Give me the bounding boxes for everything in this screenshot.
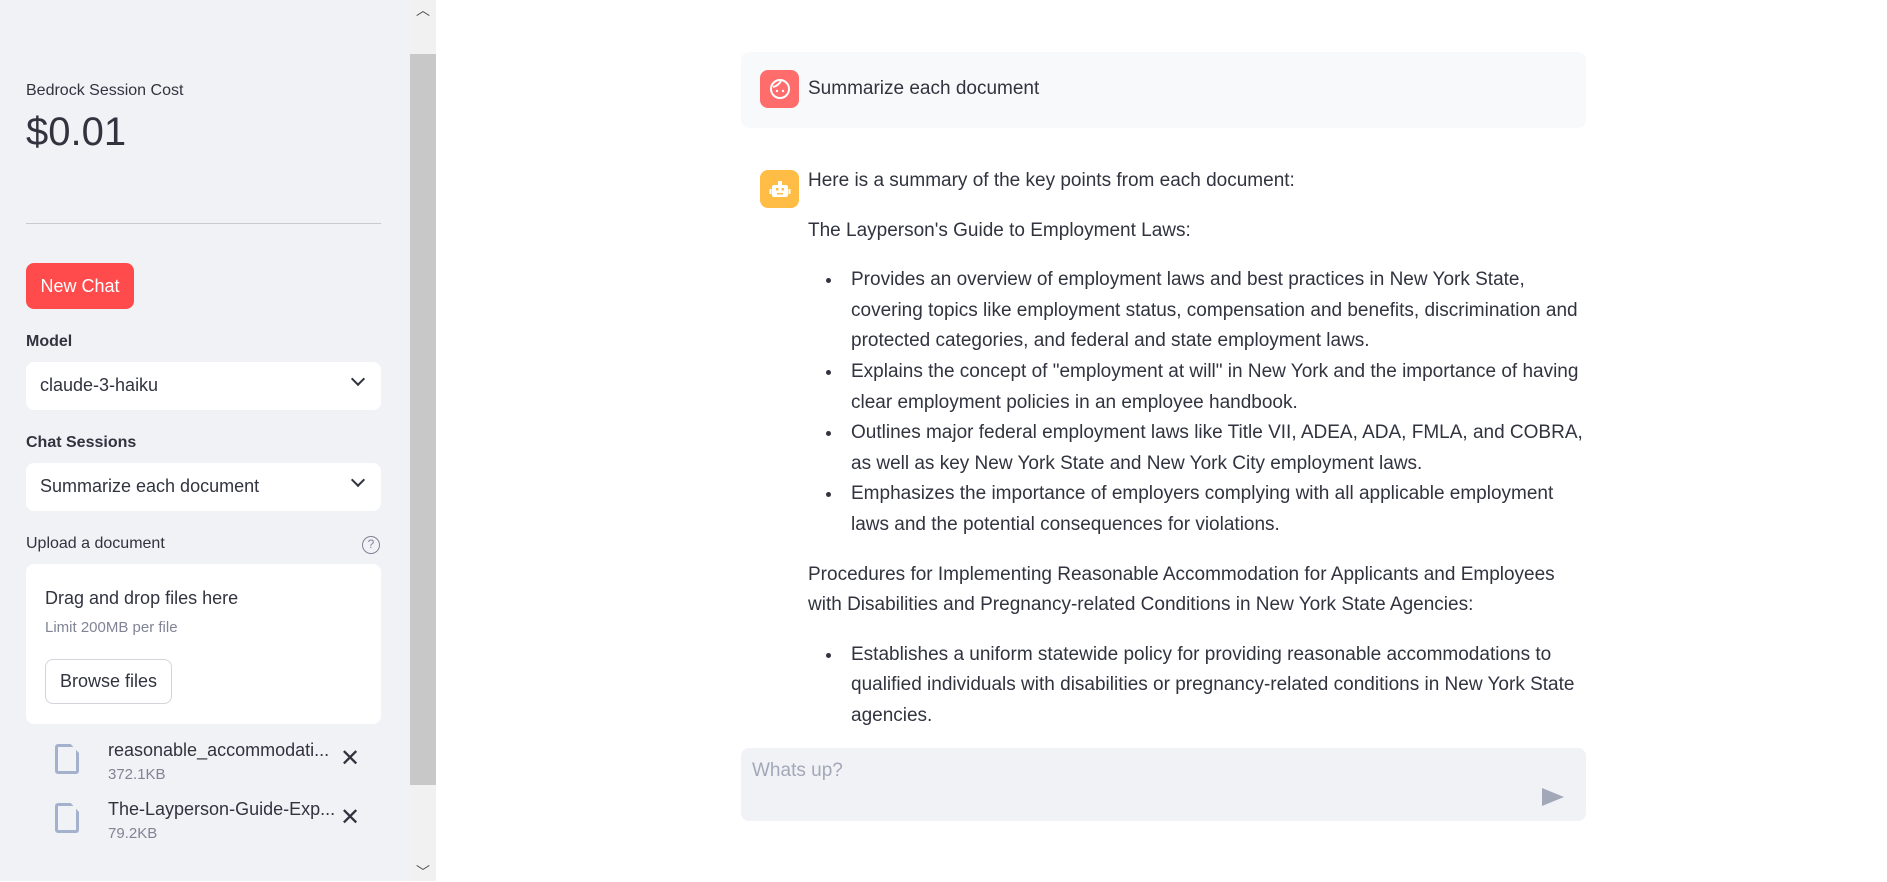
file-name: reasonable_accommodati... [108,740,330,760]
file-dropzone[interactable]: Drag and drop files here Limit 200MB per… [26,564,381,724]
sidebar: Bedrock Session Cost $0.01 New Chat Mode… [0,0,410,881]
file-name: The-Layperson-Guide-Exp... [108,799,336,819]
new-chat-button[interactable]: New Chat [26,263,134,309]
dropzone-limit: Limit 200MB per file [45,619,178,636]
list-item: Explains the concept of "employment at w… [843,357,1588,418]
section-heading: Procedures for Implementing Reasonable A… [808,563,1555,616]
model-value: claude-3-haiku [40,375,159,395]
list-item: Provides an overview of employment laws … [843,265,1588,357]
section-heading: The Layperson's Guide to Employment Laws… [808,219,1191,241]
sessions-select[interactable]: Summarize each document [26,463,381,511]
assistant-avatar-icon [760,170,799,208]
remove-file-icon[interactable]: ✕ [340,744,360,773]
list-item: Emphasizes the importance of employers c… [843,479,1588,540]
file-size: 79.2KB [108,825,158,842]
upload-label: Upload a document [26,535,165,552]
file-icon [55,744,79,774]
bullet-list: Establishes a uniform statewide policy f… [843,640,1588,731]
uploaded-file: reasonable_accommodati... 372.1KB ✕ [55,740,375,790]
sessions-value: Summarize each document [40,476,260,496]
list-item: Establishes a uniform statewide policy f… [843,640,1588,731]
bullet-list: Provides an overview of employment laws … [843,265,1588,540]
assistant-intro: Here is a summary of the key points from… [808,170,1295,191]
model-select[interactable]: claude-3-haiku [26,362,381,410]
cost-label: Bedrock Session Cost [26,82,184,99]
browse-files-button[interactable]: Browse files [45,659,172,704]
chevron-down-icon [350,371,366,387]
scrollbar-thumb[interactable] [410,54,436,785]
list-item: Outlines major federal employment laws l… [843,418,1588,479]
user-avatar-icon [760,70,799,108]
scroll-down-icon[interactable]: ﹀ [416,862,430,882]
remove-file-icon[interactable]: ✕ [340,803,360,832]
dropzone-title: Drag and drop files here [45,588,239,608]
chat-input[interactable]: Whats up? [741,748,1586,821]
send-icon[interactable] [1542,788,1564,806]
user-message: Summarize each document [741,52,1586,128]
file-size: 372.1KB [108,766,166,783]
chevron-down-icon [350,472,366,488]
assistant-message: Here is a summary of the key points from… [808,166,1588,731]
divider [26,223,381,224]
help-icon[interactable]: ? [362,536,380,554]
cost-value: $0.01 [26,110,127,154]
sessions-label: Chat Sessions [26,434,137,451]
uploaded-file: The-Layperson-Guide-Exp... 79.2KB ✕ [55,799,375,849]
user-message-text: Summarize each document [808,78,1040,99]
model-label: Model [26,333,73,350]
file-icon [55,803,79,833]
sidebar-scrollbar[interactable]: ︿ ﹀ [410,0,436,881]
chat-input-placeholder: Whats up? [752,760,843,781]
scroll-up-icon[interactable]: ︿ [416,0,430,20]
